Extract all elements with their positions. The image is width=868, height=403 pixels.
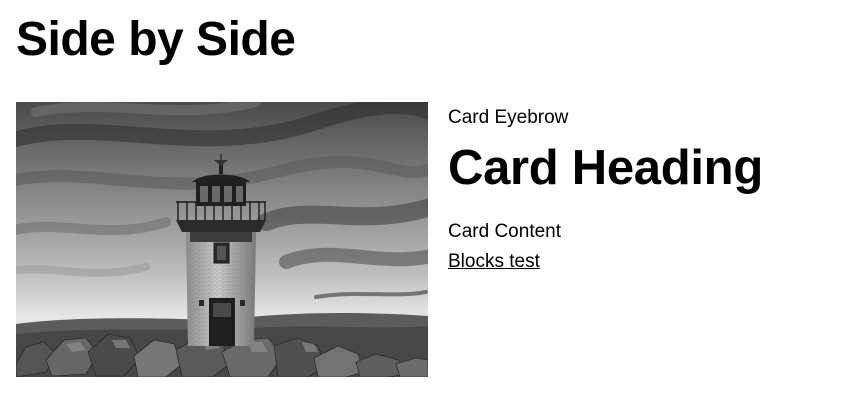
lighthouse-image <box>16 102 428 377</box>
side-by-side-card: Card Eyebrow Card Heading Card Content B… <box>16 102 816 377</box>
card-heading: Card Heading <box>448 141 763 195</box>
card-image <box>16 102 428 377</box>
card-content: Card Content <box>448 221 562 242</box>
page-title: Side by Side <box>16 13 296 66</box>
blocks-test-link[interactable]: Blocks test <box>448 250 540 274</box>
page: Side by Side Card Eyebrow Card Heading C… <box>0 0 868 403</box>
card-eyebrow: Card Eyebrow <box>448 107 569 128</box>
